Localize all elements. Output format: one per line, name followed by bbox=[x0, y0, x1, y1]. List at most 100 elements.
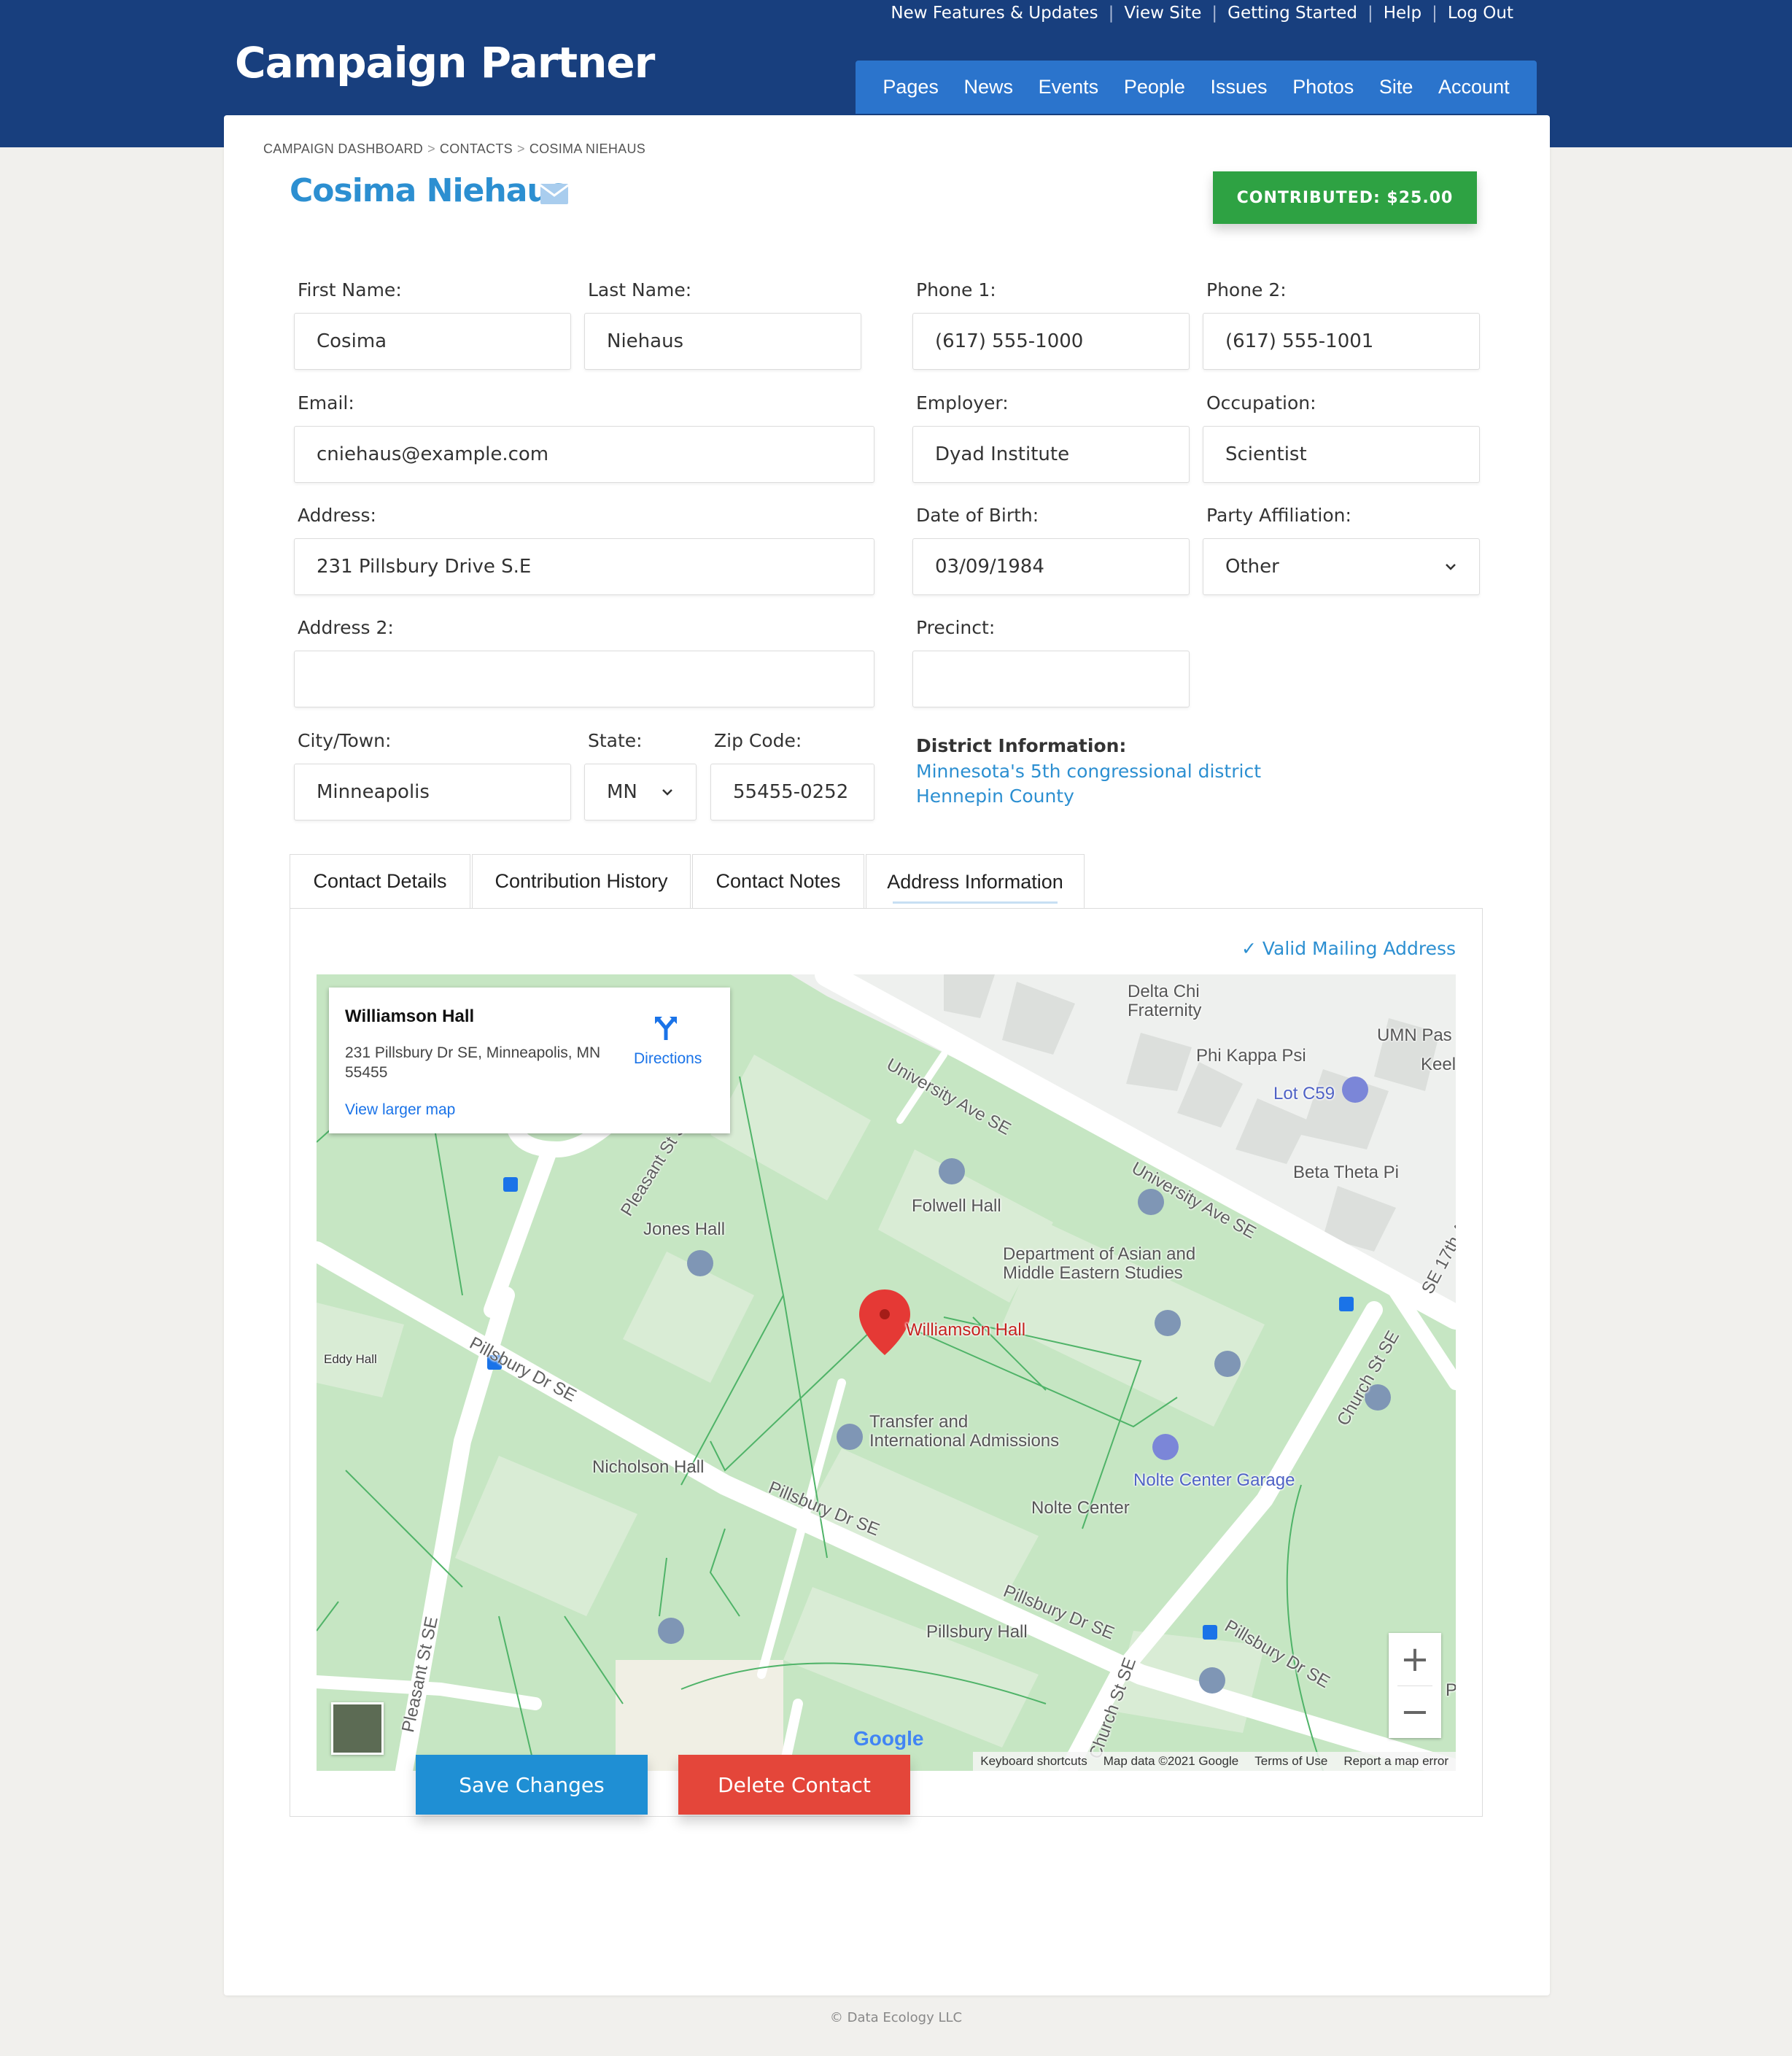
tab-label: Address Information bbox=[887, 871, 1063, 893]
separator: | bbox=[1211, 4, 1218, 23]
map-label: Fraternity bbox=[1128, 1001, 1202, 1020]
nav-account[interactable]: Account bbox=[1438, 76, 1510, 98]
address-input[interactable]: 231 Pillsbury Drive S.E bbox=[294, 538, 874, 595]
party-select-value: Other bbox=[1225, 556, 1279, 578]
zip-label: Zip Code: bbox=[714, 730, 802, 751]
nav-site[interactable]: Site bbox=[1379, 76, 1413, 98]
contact-card: CAMPAIGN DASHBOARD > CONTACTS > COSIMA NIEHA… bbox=[224, 115, 1550, 1995]
tab-contribution-history[interactable]: Contribution History bbox=[472, 854, 691, 908]
nav-news[interactable]: News bbox=[964, 76, 1014, 98]
precinct-label: Precinct: bbox=[916, 617, 996, 638]
map-label: Jones Hall bbox=[643, 1219, 726, 1239]
nav-issues[interactable]: Issues bbox=[1211, 76, 1268, 98]
occupation-label: Occupation: bbox=[1206, 392, 1316, 414]
city-input[interactable]: Minneapolis bbox=[294, 764, 571, 821]
separator: | bbox=[1367, 4, 1373, 23]
active-tab-indicator bbox=[893, 901, 1058, 904]
map-label: Keel bbox=[1421, 1055, 1456, 1074]
breadcrumb-contacts[interactable]: CONTACTS bbox=[440, 141, 513, 156]
breadcrumb-dashboard[interactable]: CAMPAIGN DASHBOARD bbox=[263, 141, 423, 156]
nav-pages[interactable]: Pages bbox=[883, 76, 939, 98]
first-name-input[interactable]: Cosima bbox=[294, 313, 571, 370]
map-label: UMN Pas bbox=[1377, 1025, 1452, 1045]
first-name-label: First Name: bbox=[298, 279, 402, 300]
info-window-address: 231 Pillsbury Dr SE, Minneapolis, MN 554… bbox=[345, 1044, 601, 1081]
address-label: Address: bbox=[298, 505, 376, 526]
info-window-title: Williamson Hall bbox=[345, 1006, 475, 1026]
state-select-value: MN bbox=[607, 781, 637, 803]
map-label: Lot C59 bbox=[1273, 1084, 1335, 1103]
chevron-down-icon bbox=[1446, 564, 1456, 570]
email-input[interactable]: cniehaus@example.com bbox=[294, 426, 874, 483]
help-link[interactable]: Help bbox=[1373, 4, 1432, 23]
log-out-link[interactable]: Log Out bbox=[1438, 4, 1524, 23]
separator: | bbox=[1432, 4, 1438, 23]
dob-input[interactable]: 03/09/1984 bbox=[912, 538, 1190, 595]
employer-input[interactable]: Dyad Institute bbox=[912, 426, 1190, 483]
occupation-input[interactable]: Scientist bbox=[1203, 426, 1480, 483]
zoom-control: + − bbox=[1389, 1633, 1441, 1738]
tab-contact-notes[interactable]: Contact Notes bbox=[692, 854, 864, 908]
dob-label: Date of Birth: bbox=[916, 505, 1039, 526]
phone1-label: Phone 1: bbox=[916, 279, 996, 300]
nav-photos[interactable]: Photos bbox=[1292, 76, 1354, 98]
breadcrumb: CAMPAIGN DASHBOARD > CONTACTS > COSIMA NIEHA… bbox=[263, 141, 645, 157]
directions-icon[interactable] bbox=[653, 1015, 679, 1041]
map-label: Nolte Center bbox=[1031, 1498, 1130, 1518]
view-site-link[interactable]: View Site bbox=[1114, 4, 1211, 23]
party-label: Party Affiliation: bbox=[1206, 505, 1351, 526]
keyboard-shortcuts-link[interactable]: Keyboard shortcuts bbox=[980, 1754, 1087, 1769]
envelope-icon[interactable] bbox=[540, 183, 569, 205]
getting-started-link[interactable]: Getting Started bbox=[1217, 4, 1368, 23]
page-title: Cosima Niehaus bbox=[290, 172, 568, 209]
tab-label: Contact Notes bbox=[715, 870, 841, 892]
nav-events[interactable]: Events bbox=[1039, 76, 1099, 98]
view-larger-map-link[interactable]: View larger map bbox=[345, 1101, 455, 1119]
save-changes-button[interactable]: Save Changes bbox=[416, 1755, 648, 1815]
map-label: Beta Theta Pi bbox=[1293, 1163, 1399, 1182]
tab-address-information[interactable]: Address Information bbox=[866, 854, 1085, 909]
address2-input[interactable] bbox=[294, 651, 874, 707]
directions-link[interactable]: Directions bbox=[634, 1050, 702, 1068]
tab-contact-details[interactable]: Contact Details bbox=[290, 854, 470, 908]
main-nav: Pages News Events People Issues Photos S… bbox=[856, 61, 1537, 114]
breadcrumb-current: COSIMA NIEHAUS bbox=[529, 141, 646, 156]
address-information-panel: ✓ Valid Mailing Address Delta Chi Frater… bbox=[290, 908, 1483, 1817]
phone2-input[interactable]: (617) 555-1001 bbox=[1203, 313, 1480, 370]
breadcrumb-separator: > bbox=[427, 141, 435, 156]
map-label: Delta Chi bbox=[1128, 982, 1200, 1001]
address2-label: Address 2: bbox=[298, 617, 394, 638]
nav-people[interactable]: People bbox=[1124, 76, 1185, 98]
map-info-window: Williamson Hall 231 Pillsbury Dr SE, Min… bbox=[329, 988, 730, 1133]
district-county-link[interactable]: Hennepin County bbox=[916, 785, 1074, 807]
state-select[interactable]: MN bbox=[584, 764, 697, 821]
report-map-error-link[interactable]: Report a map error bbox=[1343, 1754, 1448, 1769]
state-label: State: bbox=[588, 730, 643, 751]
phone1-input[interactable]: (617) 555-1000 bbox=[912, 313, 1190, 370]
terms-of-use-link[interactable]: Terms of Use bbox=[1254, 1754, 1327, 1769]
delete-contact-button[interactable]: Delete Contact bbox=[678, 1755, 910, 1815]
zoom-in-button[interactable]: + bbox=[1389, 1633, 1441, 1685]
brand-logo[interactable]: Campaign Partner bbox=[235, 38, 655, 88]
map-label: P bbox=[1446, 1680, 1456, 1700]
map-label: Nolte Center Garage bbox=[1133, 1470, 1295, 1490]
google-logo: Google bbox=[853, 1727, 923, 1750]
breadcrumb-separator: > bbox=[517, 141, 525, 156]
map-label: Pillsbury Hall bbox=[926, 1622, 1028, 1642]
zoom-out-button[interactable]: − bbox=[1389, 1685, 1441, 1738]
district-congressional-link[interactable]: Minnesota's 5th congressional district bbox=[916, 761, 1261, 782]
new-features-link[interactable]: New Features & Updates bbox=[880, 4, 1108, 23]
phone2-label: Phone 2: bbox=[1206, 279, 1287, 300]
city-label: City/Town: bbox=[298, 730, 392, 751]
tab-label: Contact Details bbox=[313, 870, 447, 892]
party-select[interactable]: Other bbox=[1203, 538, 1480, 595]
contributed-badge[interactable]: CONTRIBUTED: $25.00 bbox=[1213, 171, 1477, 224]
map-label: Nicholson Hall bbox=[592, 1457, 705, 1477]
zip-input[interactable]: 55455-0252 bbox=[710, 764, 874, 821]
map-label: Phi Kappa Psi bbox=[1196, 1046, 1306, 1066]
precinct-input[interactable] bbox=[912, 651, 1190, 707]
map-label: Williamson Hall bbox=[906, 1320, 1026, 1340]
last-name-input[interactable]: Niehaus bbox=[584, 313, 861, 370]
google-map[interactable]: Delta Chi Fraternity Phi Kappa Psi UMN P… bbox=[317, 974, 1456, 1771]
satellite-toggle-button[interactable] bbox=[331, 1702, 384, 1755]
